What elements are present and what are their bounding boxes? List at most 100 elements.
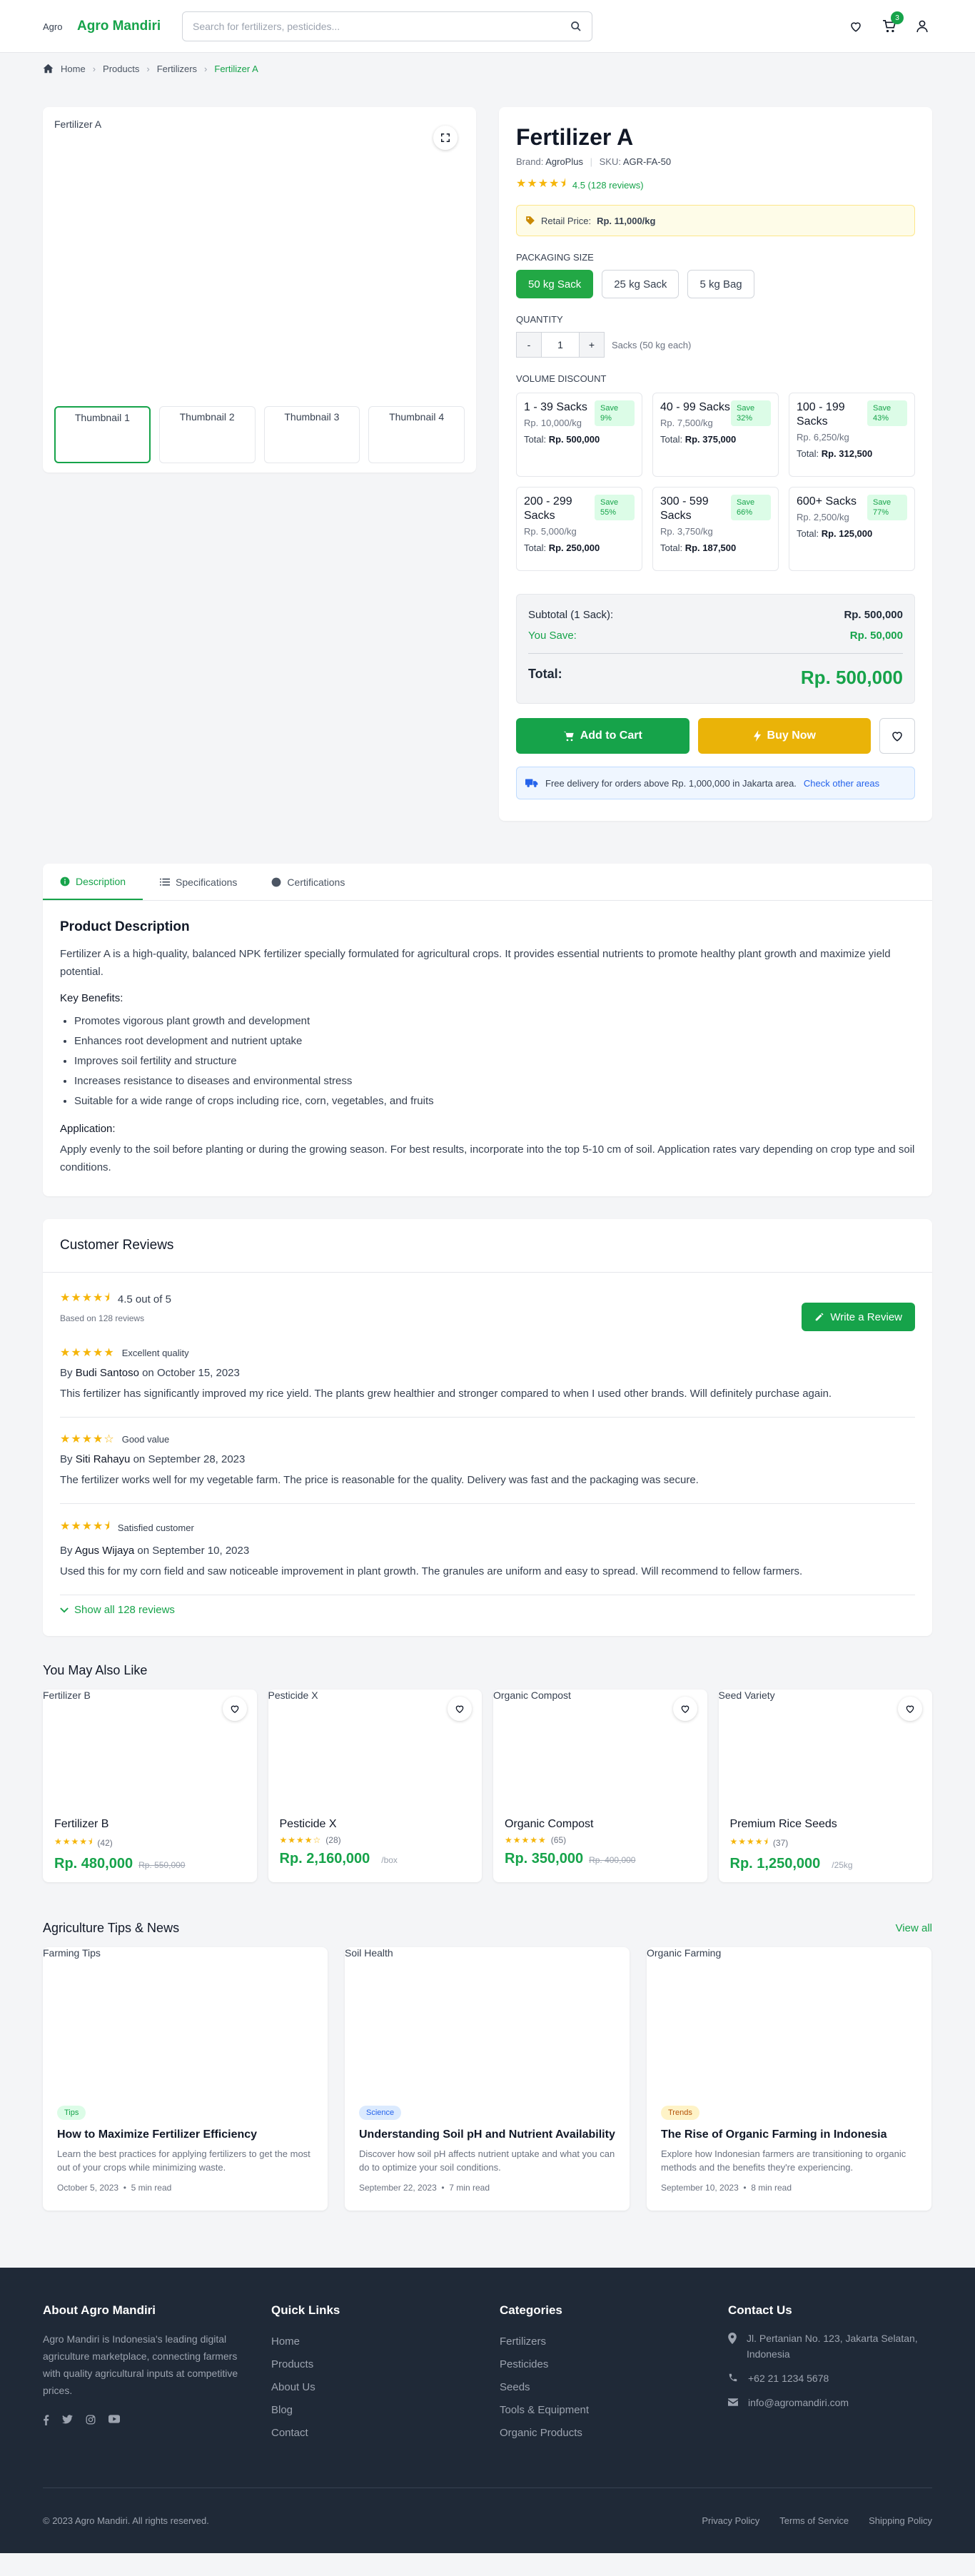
related-title: You May Also Like xyxy=(43,1663,148,1677)
packaging-option-5kg[interactable]: 5 kg Bag xyxy=(687,270,754,298)
heart-icon[interactable] xyxy=(672,1697,697,1721)
footer-category-link[interactable]: Tools & Equipment xyxy=(500,2399,707,2422)
heart-icon[interactable] xyxy=(222,1697,247,1721)
footer-link-contact[interactable]: Contact xyxy=(271,2422,478,2445)
footer-link-about[interactable]: About Us xyxy=(271,2376,478,2399)
product-card-stars: ★★★★⯨ xyxy=(54,1837,94,1847)
view-all-link[interactable]: View all xyxy=(896,1922,932,1934)
rating-text[interactable]: 4.5 (128 reviews) xyxy=(572,180,644,191)
discount-tier[interactable]: 40 - 99 Sacks Save 32% Rp. 7,500/kg Tota… xyxy=(652,393,779,477)
discount-tier[interactable]: 200 - 299 Sacks Save 55% Rp. 5,000/kg To… xyxy=(516,487,642,571)
contact-phone: +62 21 1234 5678 xyxy=(728,2370,932,2386)
product-card[interactable]: Seed Variety Premium Rice Seeds ★★★★⯨ (37… xyxy=(718,1689,932,1882)
buy-now-button[interactable]: Buy Now xyxy=(697,718,871,754)
thumbnail[interactable]: Thumbnail 4 xyxy=(368,406,465,463)
product-card-review-count: (28) xyxy=(325,1835,341,1845)
search-input[interactable] xyxy=(193,21,550,32)
delivery-notice: Free delivery for orders above Rp. 1,000… xyxy=(516,767,915,799)
packaging-option-50kg[interactable]: 50 kg Sack xyxy=(516,270,594,298)
tier-total: Total: Rp. 125,000 xyxy=(797,528,907,539)
article-card[interactable]: Organic Farming Trends The Rise of Organ… xyxy=(647,1947,931,2211)
footer-categories: Categories Fertilizers Pesticides Seeds … xyxy=(500,2303,728,2445)
privacy-policy-link[interactable]: Privacy Policy xyxy=(702,2515,759,2526)
thumbnail[interactable]: Thumbnail 3 xyxy=(263,406,360,463)
search-bar xyxy=(182,11,592,41)
instagram-icon[interactable] xyxy=(86,2415,96,2425)
cart-icon xyxy=(563,731,574,741)
write-review-button[interactable]: Write a Review xyxy=(802,1303,915,1331)
youtube-icon[interactable] xyxy=(108,2415,120,2425)
twitter-icon[interactable] xyxy=(62,2415,73,2425)
discount-tier[interactable]: 300 - 599 Sacks Save 66% Rp. 3,750/kg To… xyxy=(652,487,779,571)
brand-value[interactable]: AgroPlus xyxy=(545,156,583,167)
tab-certifications[interactable]: Certifications xyxy=(254,864,362,900)
tab-description[interactable]: Description xyxy=(43,864,143,900)
product-card[interactable]: Fertilizer B Fertilizer B ★★★★⯨ (42) Rp. … xyxy=(43,1689,257,1882)
product-card-name: Premium Rice Seeds xyxy=(729,1818,837,1830)
cart-icon[interactable]: 3 xyxy=(882,11,904,33)
facebook-icon[interactable] xyxy=(43,2415,49,2425)
article-card[interactable]: Farming Tips Tips How to Maximize Fertil… xyxy=(43,1947,328,2211)
article-card[interactable]: Soil Health Science Understanding Soil p… xyxy=(345,1947,630,2211)
article-meta: September 10, 2023 • 8 min read xyxy=(661,2183,792,2193)
terms-link[interactable]: Terms of Service xyxy=(779,2515,849,2526)
quantity-decrease-button[interactable]: - xyxy=(516,332,542,358)
contact-phone-text[interactable]: +62 21 1234 5678 xyxy=(748,2370,829,2386)
add-to-wishlist-button[interactable] xyxy=(879,718,915,754)
check-areas-link[interactable]: Check other areas xyxy=(804,778,879,789)
quantity-increase-button[interactable]: + xyxy=(579,332,605,358)
heart-icon[interactable] xyxy=(448,1697,472,1721)
user-icon[interactable] xyxy=(916,20,928,33)
info-icon xyxy=(60,877,70,886)
show-all-reviews-link[interactable]: Show all 128 reviews xyxy=(60,1604,915,1619)
logo[interactable]: Agro Agro Mandiri xyxy=(43,19,182,34)
copyright: © 2023 Agro Mandiri. All rights reserved… xyxy=(43,2515,209,2526)
tier-total-value: Rp. 125,000 xyxy=(821,528,873,539)
search-icon[interactable] xyxy=(570,21,582,32)
shipping-policy-link[interactable]: Shipping Policy xyxy=(869,2515,932,2526)
wishlist-icon[interactable] xyxy=(849,20,862,33)
tier-total-value: Rp. 375,000 xyxy=(684,434,737,445)
tier-range: 300 - 599 Sacks xyxy=(660,495,709,522)
footer-category-link[interactable]: Fertilizers xyxy=(500,2330,707,2353)
home-icon[interactable] xyxy=(43,64,54,74)
footer-category-link[interactable]: Pesticides xyxy=(500,2353,707,2376)
sku-label: SKU: xyxy=(599,156,621,167)
product-gallery: Fertilizer A Thumbnail 1 Thumbnail 2 Thu… xyxy=(43,107,476,473)
footer-link-blog[interactable]: Blog xyxy=(271,2399,478,2422)
related-products: Fertilizer B Fertilizer B ★★★★⯨ (42) Rp. … xyxy=(43,1689,932,1882)
map-pin-icon xyxy=(728,2330,737,2362)
thumbnail[interactable]: Thumbnail 1 xyxy=(54,406,151,463)
heart-icon[interactable] xyxy=(898,1697,922,1721)
quantity-input[interactable]: 1 xyxy=(542,332,579,358)
breadcrumb-home[interactable]: Home xyxy=(61,64,86,74)
product-card[interactable]: Organic Compost Organic Compost ★★★★★ (65… xyxy=(493,1689,707,1882)
tier-total-label: Total: xyxy=(660,542,683,553)
discount-tier[interactable]: 100 - 199 Sacks Save 43% Rp. 6,250/kg To… xyxy=(789,393,915,477)
product-card[interactable]: Pesticide X Pesticide X ★★★★☆ (28) Rp. 2,… xyxy=(268,1689,482,1882)
packaging-option-25kg[interactable]: 25 kg Sack xyxy=(602,270,680,298)
footer-about: About Agro Mandiri Agro Mandiri is Indon… xyxy=(43,2303,271,2445)
rating-stars: ★★★★⯨ xyxy=(516,178,567,190)
tier-range: 200 - 299 Sacks xyxy=(524,495,572,522)
footer-link-home[interactable]: Home xyxy=(271,2330,478,2353)
article-image: Farming Tips xyxy=(43,1947,101,1959)
discount-tier[interactable]: 1 - 39 Sacks Save 9% Rp. 10,000/kg Total… xyxy=(516,393,642,477)
thumbnail[interactable]: Thumbnail 2 xyxy=(158,406,256,463)
contact-email-text[interactable]: info@agromandiri.com xyxy=(748,2395,849,2410)
footer-category-link[interactable]: Seeds xyxy=(500,2376,707,2399)
quantity-label: QUANTITY xyxy=(516,314,563,325)
breadcrumb-products[interactable]: Products xyxy=(103,64,139,74)
add-to-cart-button[interactable]: Add to Cart xyxy=(516,718,689,754)
footer-category-link[interactable]: Organic Products xyxy=(500,2422,707,2445)
price-summary: Subtotal (1 Sack): Rp. 500,000 You Save:… xyxy=(516,594,915,704)
footer-about-title: About Agro Mandiri xyxy=(43,2303,156,2317)
expand-icon[interactable] xyxy=(433,126,458,150)
legal-links: Privacy Policy Terms of Service Shipping… xyxy=(702,2515,932,2526)
discount-tier[interactable]: 600+ Sacks Save 77% Rp. 2,500/kg Total: … xyxy=(789,487,915,571)
review-by-label: By xyxy=(60,1367,73,1379)
footer-link-products[interactable]: Products xyxy=(271,2353,478,2376)
breadcrumb-fertilizers[interactable]: Fertilizers xyxy=(157,64,197,74)
tab-specifications[interactable]: Specifications xyxy=(143,864,254,900)
tier-save-badge: Save 66% xyxy=(731,495,771,520)
